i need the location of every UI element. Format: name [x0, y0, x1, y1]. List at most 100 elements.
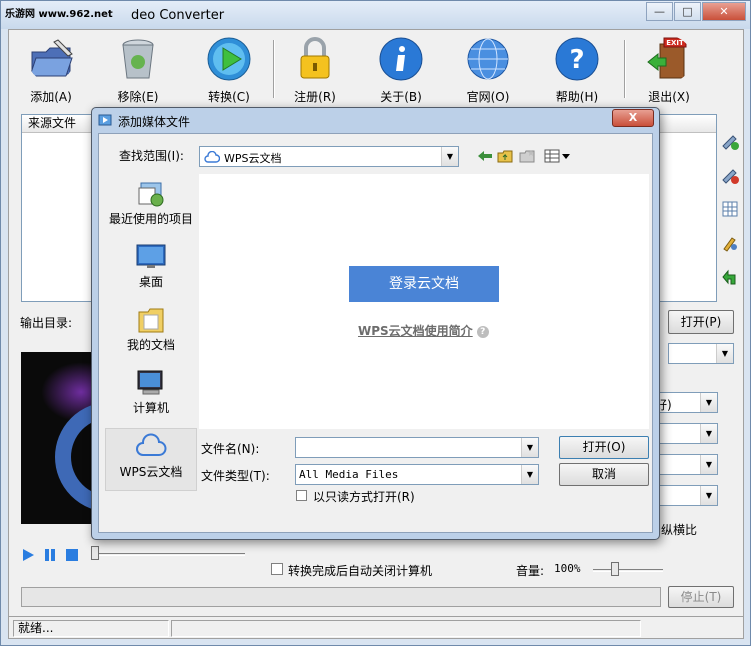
pause-icon[interactable] [43, 548, 57, 562]
chevron-down-icon: ▼ [700, 455, 717, 474]
add-media-dialog: 添加媒体文件 X 查找范围(I): WPS云文档 ▼ 最近使用的项目 桌面 我的… [91, 107, 660, 540]
edit-tool-icon[interactable] [721, 234, 739, 252]
dialog-title: 添加媒体文件 [118, 115, 191, 129]
filetype-combo[interactable]: All Media Files ▼ [295, 464, 539, 485]
title-bar: 乐游网 www.962.net deo Converter — □ ✕ [1, 1, 750, 29]
website-button[interactable]: 官网(O) [456, 36, 520, 106]
filename-label: 文件名(N): [201, 442, 260, 456]
remove-row-icon[interactable] [721, 166, 739, 184]
place-wps-cloud[interactable]: WPS云文档 [105, 428, 197, 491]
dialog-open-button[interactable]: 打开(O) [559, 436, 649, 459]
about-button[interactable]: 关于(B) [369, 36, 433, 106]
view-menu-icon[interactable] [544, 149, 572, 163]
add-label: 添加(A) [30, 90, 72, 104]
places-bar: 最近使用的项目 桌面 我的文档 计算机 WPS云文档 [105, 176, 197, 491]
dialog-body: 查找范围(I): WPS云文档 ▼ 最近使用的项目 桌面 我的文档 计算机 WP… [98, 133, 653, 533]
register-label: 注册(R) [294, 90, 336, 104]
website-label: 官网(O) [466, 90, 510, 104]
look-in-value: WPS云文档 [224, 152, 282, 165]
play-icon[interactable] [21, 548, 35, 562]
login-cloud-button[interactable]: 登录云文档 [349, 266, 499, 302]
convert-label: 转换(C) [208, 90, 250, 104]
help-button[interactable]: ? 帮助(H) [545, 36, 609, 106]
app-badge: 乐游网 www.962.net [5, 9, 113, 20]
register-button[interactable]: 注册(R) [283, 36, 347, 106]
toolbar-separator [624, 40, 626, 98]
setting-combo-2[interactable]: ▼ [652, 423, 718, 444]
grid-view-icon[interactable] [721, 200, 739, 218]
output-dir-label: 输出目录: [20, 316, 73, 330]
place-computer[interactable]: 计算机 [105, 365, 197, 428]
dialog-close-button[interactable]: X [612, 109, 654, 127]
setting-combo-3[interactable]: ▼ [652, 454, 718, 475]
chevron-down-icon: ▼ [521, 438, 538, 457]
place-recent[interactable]: 最近使用的项目 [105, 176, 197, 239]
status-bar: 就绪... [9, 616, 743, 638]
svg-text:?: ? [569, 45, 584, 75]
info-icon [379, 37, 423, 81]
trash-bin-icon [122, 39, 154, 79]
place-desktop[interactable]: 桌面 [105, 239, 197, 302]
add-button[interactable]: 添加(A) [19, 36, 83, 106]
volume-track[interactable] [593, 569, 663, 572]
chevron-down-icon: ▼ [716, 344, 733, 363]
window-controls: — □ ✕ [645, 2, 746, 21]
new-folder-icon[interactable] [519, 149, 535, 163]
place-desktop-label: 桌面 [138, 275, 163, 289]
add-row-icon[interactable] [721, 132, 739, 150]
format-combo[interactable]: ▼ [668, 343, 734, 364]
auto-shutdown-checkbox[interactable] [271, 563, 283, 575]
dialog-cancel-button[interactable]: 取消 [559, 463, 649, 486]
status-text: 就绪... [13, 620, 169, 637]
toolbar-separator [273, 40, 275, 98]
recent-items-icon [138, 182, 164, 207]
dialog-title-bar: 添加媒体文件 X [92, 108, 659, 132]
wps-intro-text: WPS云文档使用简介 [358, 324, 473, 338]
place-computer-label: 计算机 [132, 401, 169, 415]
volume-label: 音量: [516, 564, 545, 578]
readonly-checkbox[interactable] [296, 490, 307, 501]
look-in-combo[interactable]: WPS云文档 ▼ [199, 146, 459, 167]
setting-combo-1[interactable]: 好) ▼ [652, 392, 718, 413]
seek-thumb[interactable] [91, 546, 99, 560]
exit-button[interactable]: EXIT 退出(X) [637, 36, 701, 106]
chevron-down-icon: ▼ [521, 465, 538, 484]
chevron-down-icon: ▼ [700, 486, 717, 505]
wps-cloud-panel: 登录云文档 WPS云文档使用简介? [199, 174, 649, 429]
filetype-value: All Media Files [299, 468, 399, 481]
side-toolbar [721, 132, 743, 302]
readonly-label: 以只读方式打开(R) [313, 490, 415, 504]
up-folder-icon[interactable] [497, 149, 513, 163]
volume-thumb[interactable] [611, 562, 619, 576]
column-source-file[interactable]: 来源文件 [28, 116, 76, 130]
back-icon[interactable] [477, 149, 493, 163]
exit-label: 退出(X) [648, 90, 690, 104]
place-documents-label: 我的文档 [126, 338, 175, 352]
maximize-button[interactable]: □ [674, 2, 701, 21]
aspect-ratio-label: 纵横比 [661, 523, 698, 537]
chevron-down-icon: ▼ [700, 424, 717, 443]
status-cell-2 [171, 620, 641, 637]
filetype-label: 文件类型(T): [201, 469, 270, 483]
convert-button[interactable]: 转换(C) [197, 36, 261, 106]
stop-icon[interactable] [65, 548, 79, 562]
remove-label: 移除(E) [117, 90, 159, 104]
place-documents[interactable]: 我的文档 [105, 302, 197, 365]
filename-input[interactable]: ▼ [295, 437, 539, 458]
back-arrow-icon[interactable] [721, 268, 739, 286]
computer-icon [137, 370, 163, 395]
wps-intro-link[interactable]: WPS云文档使用简介? [358, 322, 489, 339]
seek-track[interactable] [95, 553, 245, 556]
minimize-button[interactable]: — [646, 2, 673, 21]
help-question-icon: ? [476, 325, 489, 338]
remove-button[interactable]: 移除(E) [106, 36, 170, 106]
exit-door-icon: EXIT [647, 37, 687, 79]
setting-combo-4[interactable]: ▼ [652, 485, 718, 506]
desktop-icon [136, 244, 166, 268]
close-button[interactable]: ✕ [702, 2, 746, 21]
volume-value: 100% [554, 562, 581, 575]
padlock-icon [300, 37, 330, 79]
toolbar: 添加(A) 移除(E) 转换(C) 注册(R) 关于(B) 官网(O) ? 帮助… [9, 30, 743, 108]
open-output-button[interactable]: 打开(P) [668, 310, 734, 334]
stop-button[interactable]: 停止(T) [668, 586, 734, 608]
